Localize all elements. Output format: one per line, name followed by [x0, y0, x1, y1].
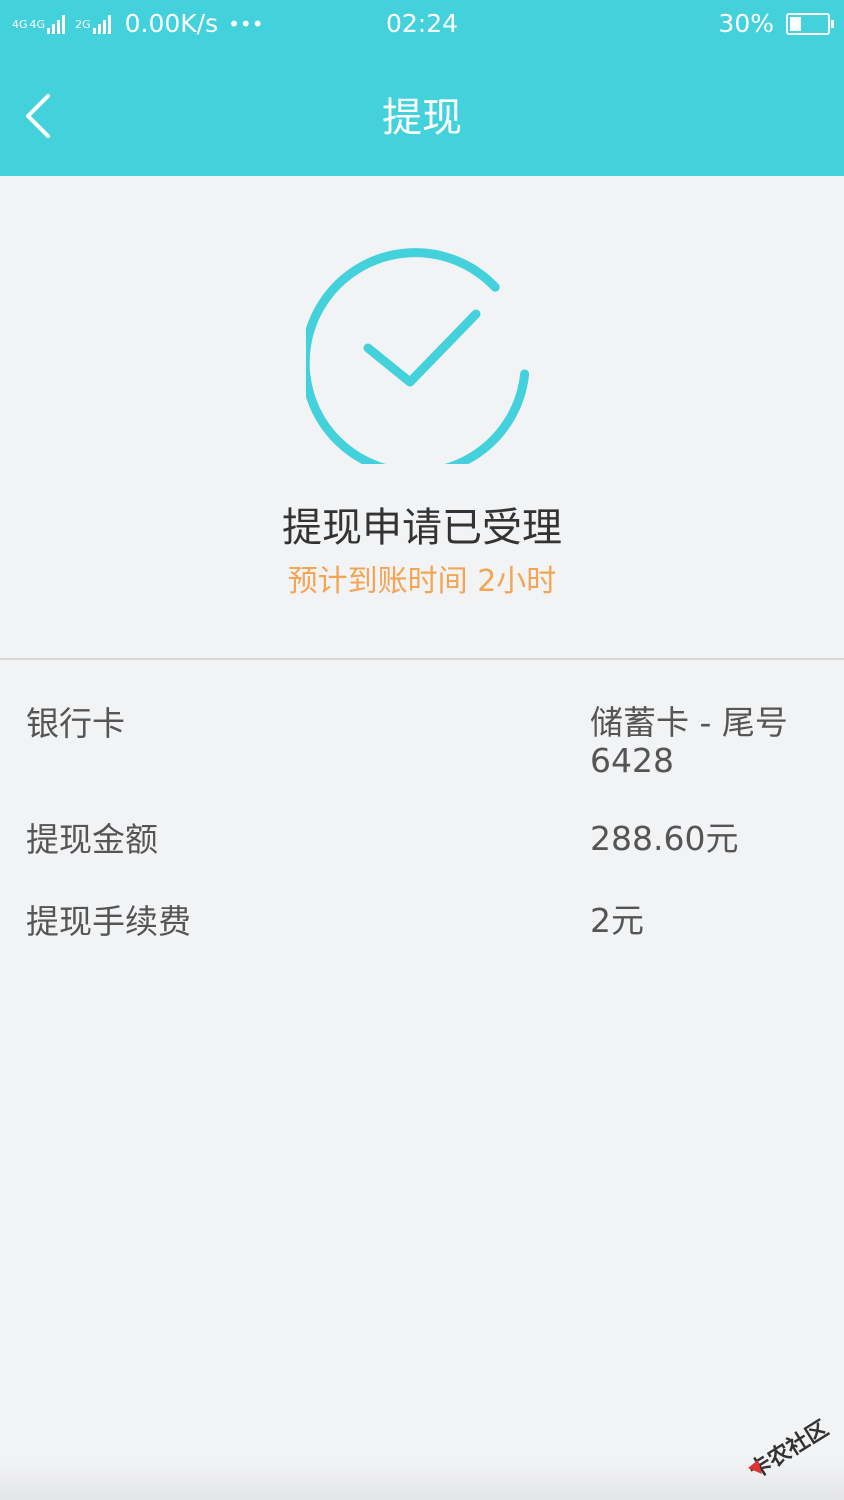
detail-label-bank-card: 银行卡	[26, 704, 125, 743]
battery-percent: 30%	[718, 9, 774, 38]
status-time: 02:24	[385, 9, 459, 38]
detail-value-amount: 288.60元	[590, 819, 739, 858]
status-bar: 4G 4G 2G 0.00K/s ••• 02:24 30%	[0, 0, 844, 48]
detail-value-fee: 2元	[590, 901, 644, 940]
watermark-logo: 卡农社区	[745, 1416, 833, 1485]
detail-label-fee: 提现手续费	[26, 902, 191, 941]
divider	[0, 658, 844, 660]
top-bar: 4G 4G 2G 0.00K/s ••• 02:24 30% 提现	[0, 0, 844, 176]
nav-bar: 提现	[0, 48, 844, 176]
watermark-text: 卡农社区	[745, 1416, 833, 1485]
result-subtitle: 预计到账时间 2小时	[287, 564, 557, 599]
result-title: 提现申请已受理	[282, 505, 562, 551]
battery-icon	[786, 13, 834, 35]
page-title: 提现	[382, 95, 462, 141]
battery-fill	[790, 17, 801, 31]
detail-value-bank-card: 储蓄卡 - 尾号6428	[590, 703, 788, 780]
detail-label-amount: 提现金额	[26, 820, 158, 859]
check-circle-icon	[306, 248, 530, 464]
status-right: 30%	[718, 0, 834, 48]
bottom-shade	[0, 1460, 844, 1500]
